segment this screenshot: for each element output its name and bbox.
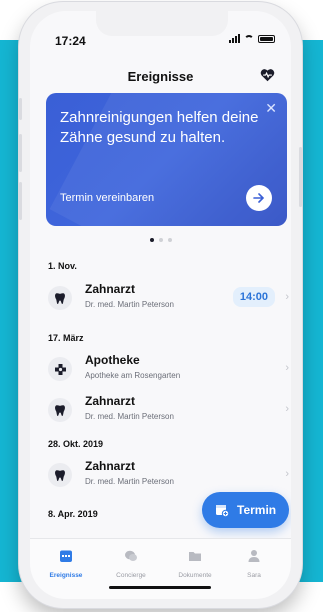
event-row[interactable]: Zahnarzt Dr. med. Martin Peterson › [46,456,289,494]
tooth-icon [48,463,72,487]
add-appointment-button[interactable]: Termin [202,492,289,528]
chevron-right-icon: › [285,468,289,480]
tab-label: Dokumente [178,572,212,579]
battery-icon [258,35,275,43]
folder-icon [189,552,201,561]
volume-down-button [19,182,22,220]
app-screen: 17:24 Ereignisse Zahnreinigungen helfen … [30,11,291,599]
tab-ereignisse[interactable]: Ereignisse [38,549,94,579]
event-title: Zahnarzt [85,394,136,408]
tab-label: Sara [247,572,261,579]
page-dot [158,238,163,242]
event-title: Apotheke [85,353,140,367]
event-subtitle: Dr. med. Martin Peterson [85,477,174,486]
chevron-right-icon: › [285,291,289,303]
health-heart-icon[interactable] [260,68,275,82]
wifi-icon [244,35,254,43]
tab-dokumente[interactable]: Dokumente [167,549,223,579]
page-title: Ereignisse [127,69,194,84]
volume-up-button [19,134,22,172]
tab-label: Ereignisse [49,572,83,579]
tab-sara[interactable]: Sara [226,549,282,579]
status-icons [229,34,275,43]
tooth-icon [48,398,72,422]
phone-frame: 17:24 Ereignisse Zahnreinigungen helfen … [19,2,302,608]
notch [96,11,228,36]
event-title: Zahnarzt [85,459,136,473]
status-time: 17:24 [55,34,86,48]
calendar-icon [60,550,72,562]
date-header: 8. Apr. 2019 [48,509,98,519]
tab-bar: Ereignisse Concierge Dokumente Sara [30,538,291,599]
event-row[interactable]: Apotheke Apotheke am Rosengarten › [46,350,289,388]
pharmacy-icon [48,357,72,381]
close-icon[interactable]: ✕ [265,100,277,117]
chevron-right-icon: › [285,362,289,374]
tooth-icon [48,286,72,310]
event-time-badge: 14:00 [232,287,275,307]
banner-text: Zahnreinigungen helfen deine Zähne gesun… [60,109,259,146]
tip-banner[interactable]: Zahnreinigungen helfen deine Zähne gesun… [46,93,287,226]
add-appointment-label: Termin [237,503,277,517]
power-button [299,147,302,207]
tab-label: Concierge [116,572,146,579]
arrow-right-icon[interactable] [246,185,272,211]
banner-link[interactable]: Termin vereinbaren [60,192,154,204]
date-header: 1. Nov. [48,261,77,271]
home-indicator [109,586,211,589]
event-title: Zahnarzt [85,282,136,296]
event-row[interactable]: Zahnarzt Dr. med. Martin Peterson 14:00 … [46,279,289,317]
event-row[interactable]: Zahnarzt Dr. med. Martin Peterson › [46,391,289,429]
tab-concierge[interactable]: Concierge [103,549,159,579]
date-header: 28. Okt. 2019 [48,439,104,449]
event-subtitle: Apotheke am Rosengarten [85,371,181,380]
date-header: 17. März [48,333,84,343]
page-indicator [30,238,291,242]
event-subtitle: Dr. med. Martin Peterson [85,300,174,309]
page-dot [149,238,154,242]
mute-switch [19,98,22,120]
signal-icon [229,34,240,43]
calendar-add-icon [216,505,229,517]
page-dot [167,238,172,242]
person-icon [248,550,260,562]
chevron-right-icon: › [285,403,289,415]
event-subtitle: Dr. med. Martin Peterson [85,412,174,421]
chat-icon [125,550,137,561]
